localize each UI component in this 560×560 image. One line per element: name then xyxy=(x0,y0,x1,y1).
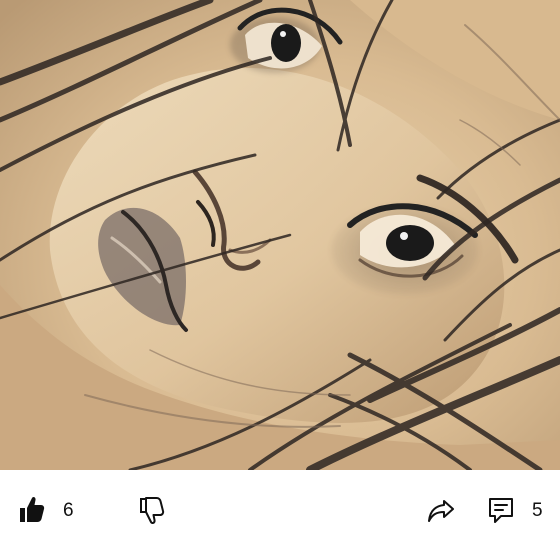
share-arrow-icon xyxy=(428,500,454,522)
comment-button[interactable]: 5 xyxy=(486,490,543,530)
like-count: 6 xyxy=(63,499,74,521)
portrait-sketch-image[interactable] xyxy=(0,0,560,470)
comment-count: 5 xyxy=(532,499,543,521)
post-view: 6 5 xyxy=(0,0,560,560)
like-button[interactable]: 6 xyxy=(17,490,74,530)
thumbs-down-outline-icon xyxy=(140,497,165,525)
dislike-button[interactable] xyxy=(136,490,166,530)
thumbs-up-filled-icon xyxy=(20,496,45,522)
post-actions-bar: 6 5 xyxy=(0,470,560,560)
comment-icon xyxy=(489,498,513,523)
share-button[interactable] xyxy=(426,490,456,530)
